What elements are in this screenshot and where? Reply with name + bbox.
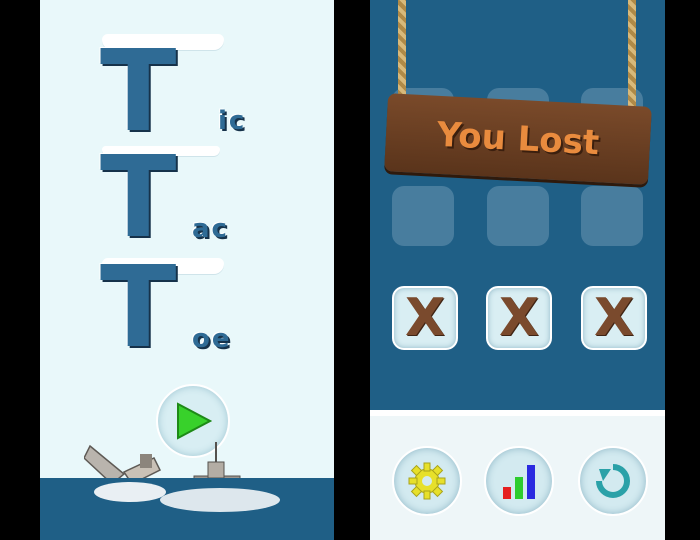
result-sign: You Lost xyxy=(384,93,652,185)
menu-screen: T ic T ac T oe xyxy=(40,0,334,540)
title-small-letters: ac xyxy=(192,214,229,244)
bar-chart-icon xyxy=(503,465,535,499)
title-small-letters: oe xyxy=(192,324,232,354)
settings-button[interactable] xyxy=(392,446,462,516)
result-label: You Lost xyxy=(435,114,601,164)
board-slot xyxy=(581,186,643,246)
restart-button[interactable] xyxy=(578,446,648,516)
title-big-letter: T xyxy=(100,27,176,157)
title-big-letter: T xyxy=(100,133,176,263)
x-mark: X xyxy=(498,288,540,348)
board-slot xyxy=(487,186,549,246)
title-big-letter: T xyxy=(100,243,176,373)
game-over-screen: You Lost X X X xyxy=(370,0,665,540)
restart-icon xyxy=(596,464,630,498)
board-cell[interactable]: X xyxy=(486,286,552,350)
board-cell[interactable]: X xyxy=(392,286,458,350)
splash-foam xyxy=(94,482,280,512)
x-mark: X xyxy=(593,288,635,348)
stats-button[interactable] xyxy=(484,446,554,516)
title-small-letters: ic xyxy=(218,106,247,136)
board-slot xyxy=(392,186,454,246)
x-mark: X xyxy=(404,288,446,348)
board-cell[interactable]: X xyxy=(581,286,647,350)
gear-icon xyxy=(408,462,446,500)
